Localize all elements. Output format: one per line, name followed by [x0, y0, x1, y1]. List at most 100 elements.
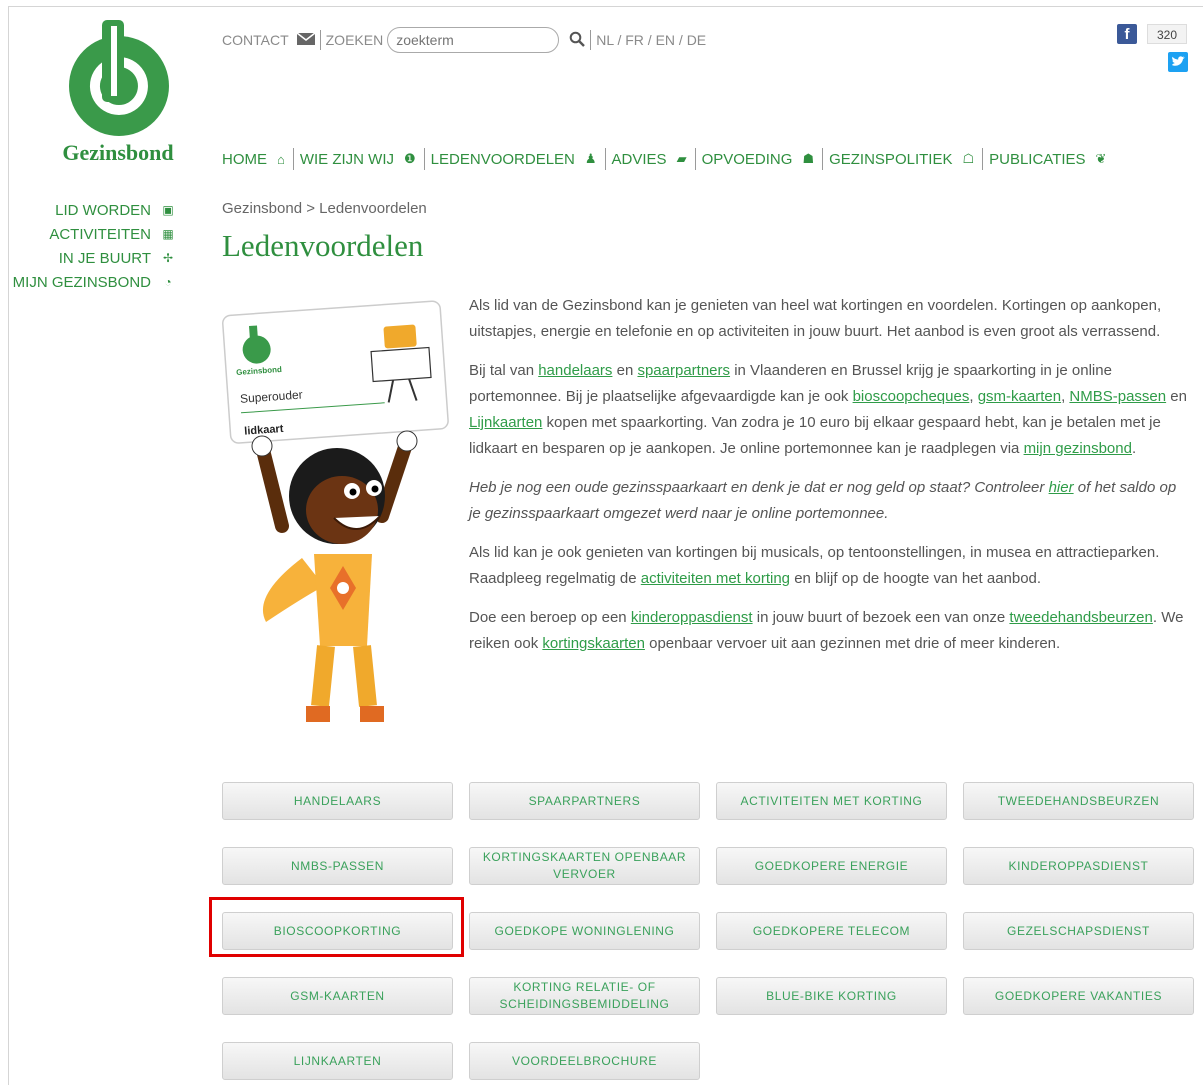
highlight-box — [209, 897, 464, 957]
btn-voordeelbrochure[interactable]: VOORDEELBROCHURE — [469, 1042, 700, 1080]
btn-goedkope-woninglening[interactable]: GOEDKOPE WONINGLENING — [469, 912, 700, 950]
divider — [319, 30, 321, 50]
leaf-icon: ❦ — [1095, 151, 1107, 166]
link-bioscoopcheques[interactable]: bioscoopcheques — [853, 388, 970, 405]
link-kinderoppasdienst[interactable]: kinderoppasdienst — [631, 609, 753, 626]
btn-tweedehandsbeurzen[interactable]: TWEEDEHANDSBEURZEN — [963, 782, 1194, 820]
savings-paragraph: Bij tal van handelaars en spaarpartners … — [469, 358, 1189, 462]
link-nmbs-passen[interactable]: NMBS-passen — [1069, 388, 1166, 405]
text: Doe een beroep op een — [469, 609, 631, 626]
signpost-icon: ✢ — [162, 251, 174, 265]
btn-spaarpartners[interactable]: SPAARPARTNERS — [469, 782, 700, 820]
search-icon[interactable] — [569, 31, 586, 50]
content-body: Als lid van de Gezinsbond kan je geniete… — [469, 293, 1189, 670]
main-nav: HOME ⌂ WIE ZIJN WIJ ❶ LEDENVOORDELEN ♟ A… — [222, 148, 1114, 170]
divider — [292, 148, 294, 170]
link-gsm-kaarten[interactable]: gsm-kaarten — [978, 388, 1061, 405]
nav-label: ADVIES — [611, 150, 667, 168]
nav-item-publicaties[interactable]: PUBLICATIES ❦ — [989, 151, 1114, 168]
nav-label: LEDENVOORDELEN — [430, 150, 575, 168]
home-icon: ⌂ — [277, 151, 285, 167]
mail-icon[interactable] — [296, 32, 316, 48]
text: openbaar vervoer uit aan gezinnen met dr… — [644, 635, 1061, 652]
logo-mini-icon: ◔ — [164, 275, 172, 289]
text: en — [612, 362, 638, 379]
btn-nmbs-passen[interactable]: NMBS-PASSEN — [222, 847, 453, 885]
link-activiteiten-met-korting[interactable]: activiteiten met korting — [641, 570, 790, 587]
btn-blue-bike-korting[interactable]: BLUE-BIKE KORTING — [716, 977, 947, 1015]
card-icon: ▣ — [162, 203, 174, 217]
btn-kortingskaarten-openbaar-vervoer[interactable]: KORTINGSKAARTEN OPENBAAR VERVOER — [469, 847, 700, 885]
link-kortingskaarten[interactable]: kortingskaarten — [542, 635, 645, 652]
nav-item-advies[interactable]: ADVIES ▰ — [612, 151, 695, 168]
link-handelaars[interactable]: handelaars — [538, 362, 612, 379]
text: Bij tal van — [469, 362, 539, 379]
link-hier[interactable]: hier — [1049, 479, 1074, 496]
btn-activiteiten-met-korting[interactable]: ACTIVITEITEN MET KORTING — [716, 782, 947, 820]
nav-item-gezinspolitiek[interactable]: GEZINSPOLITIEK ☖ — [829, 151, 982, 168]
breadcrumb-separator: > — [302, 200, 320, 217]
btn-gsm-kaarten[interactable]: GSM-KAARTEN — [222, 977, 453, 1015]
nav-label: HOME — [222, 150, 267, 168]
btn-gezelschapsdienst[interactable]: GEZELSCHAPSDIENST — [963, 912, 1194, 950]
divider — [423, 148, 425, 170]
text: , — [969, 388, 978, 405]
twitter-icon[interactable] — [1168, 52, 1188, 72]
utility-bar: CONTACT ZOEKEN NL / FR / EN / DE — [222, 27, 706, 53]
info-icon: ❶ — [404, 151, 416, 166]
nav-item-opvoeding[interactable]: OPVOEDING ☗ — [702, 151, 823, 168]
activities-paragraph: Als lid kan je ook genieten van kortinge… — [469, 540, 1189, 592]
text: en — [1166, 388, 1187, 405]
nav-label: OPVOEDING — [701, 150, 793, 168]
divider — [822, 148, 824, 170]
side-item-lid-worden[interactable]: LID WORDEN ▣ — [12, 198, 177, 222]
link-mijn-gezinsbond[interactable]: mijn gezinsbond — [1024, 440, 1132, 457]
side-item-in-je-buurt[interactable]: IN JE BUURT ✢ — [12, 246, 177, 270]
breadcrumb: Gezinsbond > Ledenvoordelen — [222, 200, 427, 217]
side-item-activiteiten[interactable]: ACTIVITEITEN ▦ — [12, 222, 177, 246]
divider — [694, 148, 696, 170]
divider — [982, 148, 984, 170]
person-icon: ♟ — [584, 151, 597, 166]
side-nav: LID WORDEN ▣ ACTIVITEITEN ▦ IN JE BUURT … — [12, 198, 177, 294]
spaarkaart-paragraph: Heb je nog een oude gezinsspaarkaart en … — [469, 475, 1189, 527]
search-input[interactable] — [387, 27, 560, 53]
nav-label: WIE ZIJN WIJ — [299, 150, 395, 168]
facebook-icon[interactable]: f — [1117, 24, 1137, 44]
brand-name[interactable]: Gezinsbond — [58, 140, 178, 166]
btn-kinderoppasdienst[interactable]: KINDEROPPASDIENST — [963, 847, 1194, 885]
link-tweedehandsbeurzen[interactable]: tweedehandsbeurzen — [1009, 609, 1152, 626]
services-paragraph: Doe een beroep op een kinderoppasdienst … — [469, 605, 1189, 657]
side-label: MIJN GEZINSBOND — [12, 273, 151, 291]
intro-paragraph: Als lid van de Gezinsbond kan je geniete… — [469, 297, 1162, 340]
gezinsbond-logo[interactable] — [56, 20, 182, 140]
btn-korting-relatie-of-scheidingsbemiddeling[interactable]: KORTING RELATIE- OF SCHEIDINGSBEMIDDELIN… — [469, 977, 700, 1015]
nav-label: GEZINSPOLITIEK — [829, 150, 953, 168]
divider — [604, 148, 606, 170]
btn-handelaars[interactable]: HANDELAARS — [222, 782, 453, 820]
language-switcher[interactable]: NL / FR / EN / DE — [596, 32, 706, 48]
calendar-icon: ▦ — [162, 227, 174, 241]
text: Heb je nog een oude gezinsspaarkaart en … — [469, 479, 1049, 496]
nav-item-wie-zijn-wij[interactable]: WIE ZIJN WIJ ❶ — [300, 151, 424, 168]
breadcrumb-home-link[interactable]: Gezinsbond — [222, 200, 302, 217]
nav-item-home[interactable]: HOME ⌂ — [222, 151, 293, 168]
divider — [590, 30, 592, 50]
nav-item-ledenvoordelen[interactable]: LEDENVOORDELEN ♟ — [431, 151, 605, 168]
nav-label: PUBLICATIES — [989, 150, 1086, 168]
link-lijnkaarten[interactable]: Lijnkaarten — [469, 414, 542, 431]
chat-icon: ▰ — [676, 151, 687, 166]
btn-goedkopere-energie[interactable]: GOEDKOPERE ENERGIE — [716, 847, 947, 885]
link-spaarpartners[interactable]: spaarpartners — [637, 362, 730, 379]
btn-lijnkaarten[interactable]: LIJNKAARTEN — [222, 1042, 453, 1080]
btn-goedkopere-telecom[interactable]: GOEDKOPERE TELECOM — [716, 912, 947, 950]
side-label: IN JE BUURT — [58, 249, 151, 267]
text: en blijf op de hoogte van het aanbod. — [790, 570, 1042, 587]
side-item-mijn-gezinsbond[interactable]: MIJN GEZINSBOND ◔ — [12, 270, 177, 294]
text: . — [1131, 440, 1137, 457]
child-icon: ☗ — [802, 151, 815, 166]
search-label: ZOEKEN — [325, 32, 384, 48]
btn-goedkopere-vakanties[interactable]: GOEDKOPERE VAKANTIES — [963, 977, 1194, 1015]
facebook-share-count: 320 — [1147, 24, 1187, 44]
contact-link[interactable]: CONTACT — [222, 32, 289, 48]
